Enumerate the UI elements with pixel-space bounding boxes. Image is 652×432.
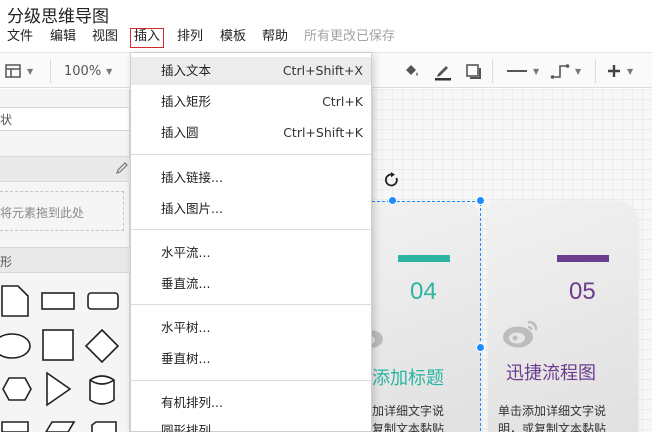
menu-edit[interactable]: 编辑 (47, 28, 79, 48)
app-title: 分级思维导图 (7, 7, 109, 27)
menu-horizontal-tree[interactable]: 水平树... (131, 314, 371, 342)
menu-item-shortcut: Ctrl+Shift+K (283, 125, 363, 140)
menu-insert-ellipse[interactable]: 插入圆 Ctrl+Shift+K (131, 119, 371, 147)
shapes-section-label: 形 (0, 255, 13, 269)
connector-style-select[interactable]: ▼ (550, 53, 581, 89)
selection-handle[interactable] (476, 343, 485, 352)
rectangle-shape (41, 292, 75, 310)
menu-item-label: 垂直树... (161, 351, 211, 366)
zoom-select[interactable]: 100% ▼ (64, 53, 112, 89)
menu-item-shortcut: Ctrl+K (322, 94, 363, 109)
menu-insert-image[interactable]: 插入图片... (131, 195, 371, 223)
menu-file[interactable]: 文件 (4, 28, 36, 48)
panel-layout-icon (5, 64, 21, 78)
square-shape (42, 329, 74, 361)
search-placeholder: 状 (0, 113, 13, 127)
selection-handle[interactable] (388, 196, 397, 205)
chevron-down-icon: ▼ (106, 66, 113, 76)
toolbar-divider (595, 59, 596, 83)
menu-divider (131, 380, 371, 381)
chevron-down-icon: ▼ (533, 66, 540, 76)
shape-search-input[interactable]: 状 (0, 107, 130, 131)
paint-bucket-icon (406, 65, 418, 76)
menu-template[interactable]: 模板 (217, 28, 249, 48)
menu-insert[interactable]: 插入 (130, 28, 165, 48)
menu-item-label: 插入圆 (161, 125, 199, 140)
menu-insert-link[interactable]: 插入链接... (131, 164, 371, 192)
zoom-value: 100% (64, 63, 102, 79)
diamond-shape (84, 328, 120, 364)
menu-help[interactable]: 帮助 (259, 28, 291, 48)
menu-insert-text[interactable]: 插入文本 Ctrl+Shift+X (131, 57, 371, 85)
selection-outline (372, 201, 481, 432)
menu-vertical-tree[interactable]: 垂直树... (131, 345, 371, 373)
scratchpad-drop-zone[interactable]: 将元素拖到此处 (0, 191, 124, 231)
rotate-handle-icon[interactable] (383, 171, 401, 189)
menu-organic-layout[interactable]: 有机排列... (131, 389, 371, 417)
document-shape (1, 285, 29, 317)
line-color-button[interactable] (433, 53, 453, 89)
menu-vertical-flow[interactable]: 垂直流... (131, 270, 371, 298)
hexagon-shape (2, 377, 32, 401)
ellipse-shape (0, 333, 31, 359)
fill-color-button[interactable] (402, 53, 420, 89)
plus-icon (608, 65, 620, 77)
scratchpad-header[interactable] (0, 156, 130, 182)
triangle-shape (46, 371, 72, 407)
shapes-section-header[interactable]: 形 (0, 247, 130, 273)
menu-arrange[interactable]: 排列 (174, 28, 206, 48)
chevron-down-icon: ▼ (575, 66, 582, 76)
shape-palette (0, 285, 120, 432)
pen-icon (435, 66, 451, 81)
menu-circle-layout[interactable]: 圆形排列 (131, 417, 371, 432)
menu-item-label: 圆形排列 (161, 423, 212, 432)
insert-menu-dropdown: 插入文本 Ctrl+Shift+X 插入矩形 Ctrl+K 插入圆 Ctrl+S… (130, 52, 372, 432)
insert-plus-button[interactable]: ▼ (606, 53, 633, 89)
menu-item-label: 插入链接... (161, 170, 223, 185)
page-layout-button[interactable]: ▼ (4, 53, 33, 89)
process-shape (1, 421, 29, 432)
menu-divider (131, 304, 371, 305)
menu-view[interactable]: 视图 (89, 28, 121, 48)
waypoint-icon (550, 64, 570, 79)
toolbar-divider (50, 59, 51, 83)
line-style-select[interactable]: ▼ (506, 53, 539, 89)
card-shape (91, 421, 117, 432)
cylinder-shape (89, 375, 115, 405)
menu-item-label: 插入矩形 (161, 94, 212, 109)
shadow-icon (466, 64, 481, 79)
menu-divider (131, 229, 371, 230)
pencil-icon[interactable] (115, 161, 129, 175)
chevron-down-icon: ▼ (627, 66, 634, 76)
menubar: 文件 编辑 视图 插入 排列 模板 帮助 所有更改已保存 (0, 28, 652, 48)
menu-item-label: 水平流... (161, 245, 211, 260)
menu-item-label: 插入图片... (161, 201, 223, 216)
chevron-down-icon: ▼ (27, 66, 34, 76)
menu-item-label: 水平树... (161, 320, 211, 335)
shadow-button[interactable] (464, 53, 482, 89)
menu-item-label: 插入文本 (161, 63, 212, 78)
diagram-canvas[interactable]: 04 添加标题 加详细文字说 复制文本黏贴 05 迅捷流程图 单击添加详细文字说… (357, 89, 652, 432)
rounded-rectangle-shape (87, 292, 119, 310)
save-status: 所有更改已保存 (304, 29, 396, 44)
toolbar-divider (492, 59, 493, 83)
parallelogram-shape (45, 421, 76, 432)
menu-horizontal-flow[interactable]: 水平流... (131, 239, 371, 267)
menu-divider (131, 154, 371, 155)
menu-item-label: 垂直流... (161, 276, 211, 291)
menu-item-label: 有机排列... (161, 395, 223, 410)
menu-insert-rectangle[interactable]: 插入矩形 Ctrl+K (131, 88, 371, 116)
line-style-icon (507, 70, 527, 72)
menu-item-shortcut: Ctrl+Shift+X (282, 63, 363, 78)
selection-handle[interactable] (476, 196, 485, 205)
drop-hint: 将元素拖到此处 (0, 206, 85, 220)
